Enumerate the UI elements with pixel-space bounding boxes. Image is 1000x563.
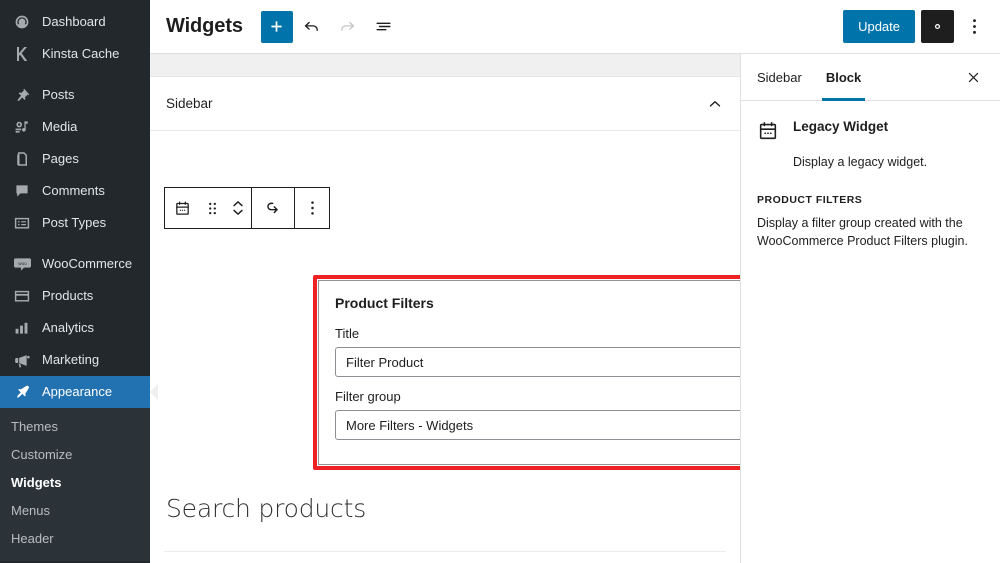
inspector-block-row: Legacy Widget — [757, 119, 984, 147]
drag-handle-icon[interactable] — [199, 188, 225, 228]
options-menu-button[interactable] — [960, 10, 988, 43]
title-field[interactable] — [335, 347, 740, 377]
search-products-preview: Search products Search products… — [150, 486, 740, 563]
block-inspector-panel: Sidebar Block Legacy Widget Display a le… — [740, 54, 1000, 563]
tab-sidebar[interactable]: Sidebar — [757, 54, 802, 101]
sidebar-item-label: Posts — [42, 86, 75, 104]
media-icon — [11, 117, 33, 137]
woocommerce-icon: woo — [11, 254, 33, 274]
block-toolbar-group-transform — [251, 188, 294, 228]
submenu-item-widgets[interactable]: Widgets — [0, 469, 150, 497]
products-box-icon — [11, 286, 33, 306]
close-icon[interactable] — [958, 62, 988, 92]
editor-canvas: Sidebar — [150, 54, 740, 563]
inspector-section-description: Display a filter group created with the … — [757, 214, 984, 250]
sidebar-item-label: Pages — [42, 150, 79, 168]
tab-block[interactable]: Block — [826, 54, 861, 101]
inspector-block-description: Display a legacy widget. — [793, 154, 984, 172]
megaphone-icon — [11, 350, 33, 370]
divider — [164, 551, 726, 552]
post-types-icon — [11, 213, 33, 233]
title-field-label: Title — [335, 326, 740, 341]
wp-widgets-screen: Dashboard Kinsta Cache Posts Media — [0, 0, 1000, 563]
filter-group-select[interactable] — [335, 410, 740, 440]
submenu-item-header[interactable]: Header — [0, 525, 150, 553]
filter-group-select-wrapper — [335, 410, 740, 440]
inspector-section-title: PRODUCT FILTERS — [757, 194, 984, 206]
gear-icon[interactable] — [921, 10, 954, 43]
pin-icon — [11, 85, 33, 105]
sidebar-item-label: Marketing — [42, 351, 99, 369]
sidebar-item-label: Analytics — [42, 319, 94, 337]
sidebar-item-pages[interactable]: Pages — [0, 143, 150, 175]
legacy-widget-heading: Product Filters — [335, 295, 740, 311]
sidebar-item-label: Media — [42, 118, 77, 136]
submenu-item-customize[interactable]: Customize — [0, 441, 150, 469]
sidebar-item-woocommerce[interactable]: woo WooCommerce — [0, 248, 150, 280]
submenu-item-themes[interactable]: Themes — [0, 413, 150, 441]
toolbar-left-group: Widgets — [166, 10, 401, 44]
sidebar-item-label: Kinsta Cache — [42, 45, 119, 63]
update-button[interactable]: Update — [843, 10, 915, 43]
preview-heading: Search products — [164, 486, 726, 523]
appearance-submenu: Themes Customize Widgets Menus Header — [0, 408, 150, 561]
widget-area-header[interactable]: Sidebar — [150, 77, 740, 131]
widgets-editor: Widgets Update — [150, 0, 1000, 563]
pages-icon — [11, 149, 33, 169]
block-more-options-icon[interactable] — [295, 188, 329, 228]
sidebar-item-label: WooCommerce — [42, 255, 132, 273]
transform-icon[interactable] — [252, 188, 294, 228]
legacy-widget-icon[interactable] — [165, 188, 199, 228]
toolbar-right-group: Update — [843, 10, 988, 43]
admin-menu-list: Dashboard Kinsta Cache Posts Media — [0, 6, 150, 561]
block-toolbar-group-more — [294, 188, 329, 228]
field-spacer — [335, 377, 740, 389]
sidebar-item-label: Comments — [42, 182, 105, 200]
dashboard-icon — [11, 12, 33, 32]
editor-toolbar: Widgets Update — [150, 0, 1000, 54]
submenu-item-menus[interactable]: Menus — [0, 497, 150, 525]
sidebar-item-comments[interactable]: Comments — [0, 175, 150, 207]
sidebar-item-label: Appearance — [42, 383, 112, 401]
sidebar-item-analytics[interactable]: Analytics — [0, 312, 150, 344]
sidebar-item-posts[interactable]: Posts — [0, 79, 150, 111]
list-view-button[interactable] — [367, 10, 401, 44]
inspector-block-name: Legacy Widget — [793, 119, 888, 134]
comment-icon — [11, 181, 33, 201]
sidebar-item-marketing[interactable]: Marketing — [0, 344, 150, 376]
sidebar-item-label: Products — [42, 287, 93, 305]
chevron-up-icon[interactable] — [706, 95, 724, 113]
analytics-bars-icon — [11, 318, 33, 338]
kinsta-k-icon — [11, 44, 33, 64]
inspector-body: Legacy Widget Display a legacy widget. P… — [741, 101, 1000, 250]
block-toolbar-group-block — [165, 188, 251, 228]
redo-button[interactable] — [331, 10, 365, 44]
appearance-brush-icon — [11, 382, 33, 402]
page-title: Widgets — [166, 15, 243, 38]
canvas-top-strip — [150, 54, 740, 77]
sidebar-item-post-types[interactable]: Post Types — [0, 207, 150, 239]
add-block-button[interactable] — [261, 11, 293, 43]
block-toolbar — [164, 187, 330, 229]
filter-group-field-label: Filter group — [335, 389, 740, 404]
sidebar-item-products[interactable]: Products — [0, 280, 150, 312]
sidebar-item-appearance[interactable]: Appearance — [0, 376, 150, 408]
legacy-widget-icon — [757, 120, 781, 147]
inspector-tabs: Sidebar Block — [741, 54, 1000, 101]
sidebar-item-label: Dashboard — [42, 13, 106, 31]
sidebar-item-dashboard[interactable]: Dashboard — [0, 6, 150, 38]
svg-text:woo: woo — [18, 260, 27, 265]
admin-sidebar: Dashboard Kinsta Cache Posts Media — [0, 0, 150, 563]
undo-button[interactable] — [295, 10, 329, 44]
widget-area-title: Sidebar — [166, 96, 213, 111]
editor-body: Sidebar — [150, 54, 1000, 563]
sidebar-item-label: Post Types — [42, 214, 106, 232]
sidebar-item-kinsta-cache[interactable]: Kinsta Cache — [0, 38, 150, 70]
legacy-widget-block[interactable]: Product Filters Title Filter group — [318, 280, 740, 465]
sidebar-item-media[interactable]: Media — [0, 111, 150, 143]
move-updown-icon[interactable] — [225, 188, 251, 228]
